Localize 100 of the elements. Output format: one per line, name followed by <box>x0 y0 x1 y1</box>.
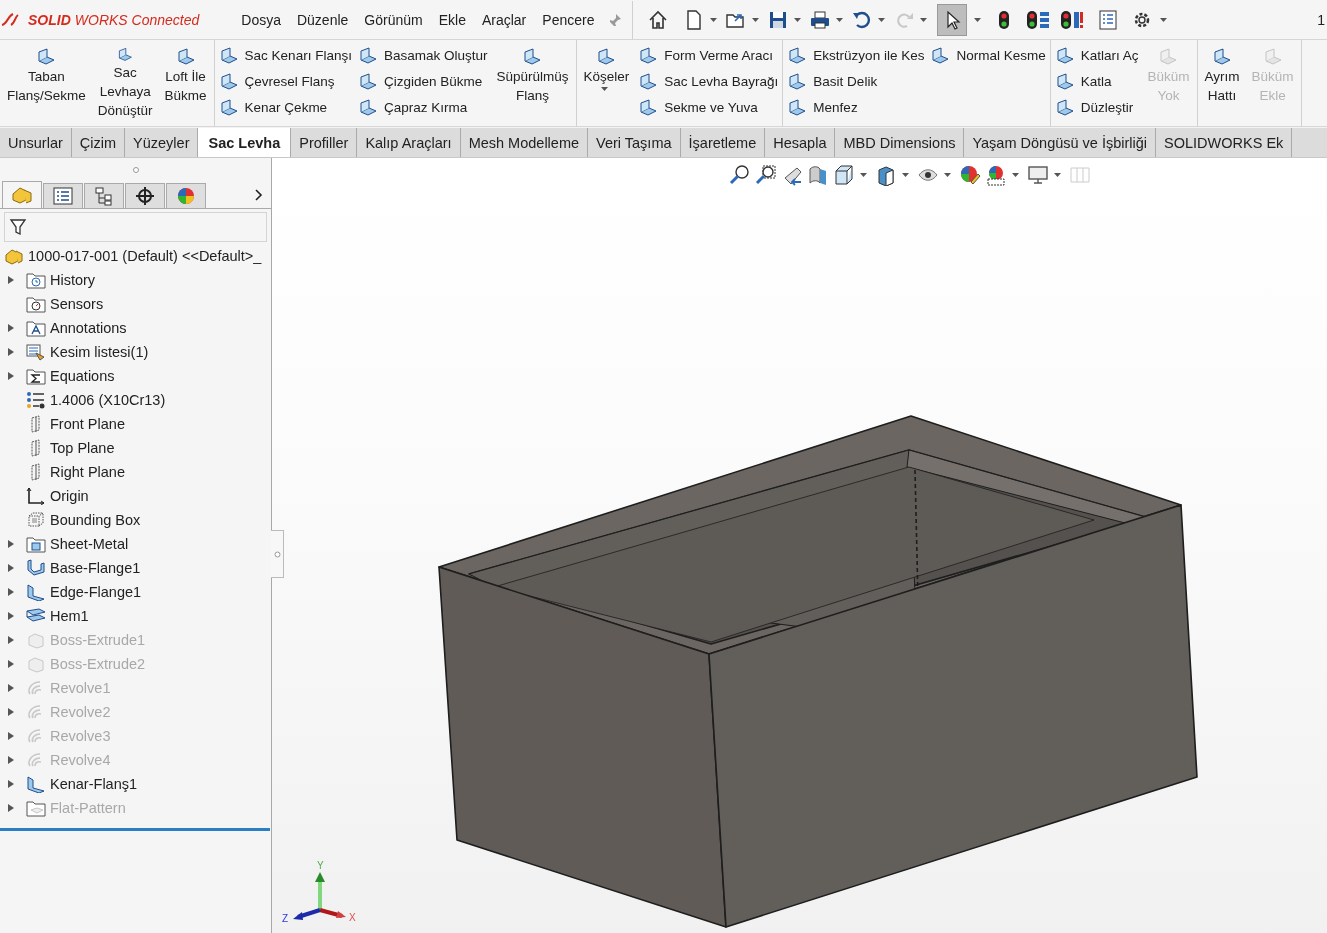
expand-arrow-icon[interactable] <box>8 276 14 284</box>
list-icon[interactable] <box>1097 8 1120 31</box>
caret-icon[interactable] <box>710 17 718 22</box>
tree-item[interactable]: Origin <box>50 488 89 504</box>
tree-item[interactable]: Bounding Box <box>50 512 141 528</box>
caret-icon[interactable] <box>1012 173 1019 177</box>
filter-field[interactable] <box>4 212 267 242</box>
ribbon-button[interactable]: Katla <box>1054 71 1139 91</box>
expand-arrow-icon[interactable] <box>8 612 14 620</box>
tree-item[interactable]: Front Plane <box>50 416 125 432</box>
expand-arrow-icon[interactable] <box>8 324 14 332</box>
caret-icon[interactable] <box>794 17 802 22</box>
caret-icon[interactable] <box>752 17 760 22</box>
tree-item[interactable]: Edge-Flange1 <box>50 584 142 600</box>
ribbon-button[interactable]: Kenar Çekme <box>218 97 352 117</box>
tree-item[interactable]: Kenar-Flanş1 <box>50 776 138 792</box>
color-ball-icon[interactable] <box>959 164 981 186</box>
ribbon-button[interactable]: Çizgiden Bükme <box>357 71 488 91</box>
expand-arrow-icon[interactable] <box>8 780 14 788</box>
chevron-right-icon[interactable] <box>255 189 263 201</box>
expand-arrow-icon[interactable] <box>8 684 14 692</box>
tree-item[interactable]: Annotations <box>50 320 127 336</box>
menu-item[interactable]: Araçlar <box>473 11 535 28</box>
panel-tab[interactable] <box>84 183 124 208</box>
ribbon-button[interactable]: Taban Flanş/Sekme <box>4 42 89 124</box>
ribbon-button[interactable]: Çevresel Flanş <box>218 71 352 91</box>
print-icon[interactable] <box>809 8 832 31</box>
ribbon-button[interactable]: Köşeler <box>580 42 633 124</box>
ribbon-button[interactable]: Normal Kesme <box>930 45 1046 65</box>
tree-item[interactable]: History <box>50 272 96 288</box>
tree-item[interactable]: 1.4006 (X10Cr13) <box>50 392 166 408</box>
ribbon-button[interactable]: Düzleştir <box>1054 97 1139 117</box>
ribbon-button[interactable]: Sekme ve Yuva <box>638 97 779 117</box>
menu-item[interactable]: Dosya <box>233 11 289 28</box>
caret-icon[interactable] <box>836 17 844 22</box>
tree-item[interactable]: Right Plane <box>50 464 125 480</box>
splitter-grip-icon[interactable] <box>131 166 140 174</box>
caret-icon[interactable] <box>601 87 609 91</box>
command-tab[interactable]: MBD Dimensions <box>835 128 965 157</box>
ribbon-button[interactable]: Form Verme Aracı <box>638 45 779 65</box>
menu-item[interactable]: Pencere <box>534 11 603 28</box>
ribbon-button[interactable]: Süpürülmüş Flanş <box>493 42 572 124</box>
ribbon-button[interactable]: Çapraz Kırma <box>357 97 488 117</box>
expand-arrow-icon[interactable] <box>8 708 14 716</box>
ribbon-button[interactable]: Ekstrüzyon ile Kes <box>787 45 925 65</box>
cube-icon[interactable] <box>875 164 897 186</box>
caret-icon[interactable] <box>1054 173 1061 177</box>
expand-arrow-icon[interactable] <box>8 804 14 812</box>
ribbon-button[interactable]: Sac Levha Bayrağı <box>638 71 779 91</box>
magnifier-icon[interactable] <box>729 164 751 186</box>
ribbon-button[interactable]: Basit Delik <box>787 71 925 91</box>
expand-arrow-icon[interactable] <box>8 588 14 596</box>
tree-item[interactable]: Top Plane <box>50 440 115 456</box>
tree-item[interactable]: Base-Flange1 <box>50 560 141 576</box>
ribbon-button[interactable]: Sac Kenarı Flanşı <box>218 45 352 65</box>
expand-arrow-icon[interactable] <box>8 372 14 380</box>
command-tab[interactable]: İşaretleme <box>680 128 766 157</box>
command-tab[interactable]: Profiller <box>291 128 358 157</box>
menu-item[interactable]: Ekle <box>430 11 474 28</box>
command-tab[interactable]: Yaşam Döngüsü ve İşbirliği <box>964 128 1157 157</box>
cube-icon[interactable] <box>833 164 855 186</box>
magnifier-icon[interactable] <box>755 164 777 186</box>
tree-item[interactable]: 1000-017-001 (Default) <<Default>_ <box>28 248 262 264</box>
caret-icon[interactable] <box>902 173 909 177</box>
select-button[interactable] <box>937 3 968 36</box>
tree-item[interactable]: Equations <box>50 368 115 384</box>
caret-icon[interactable] <box>878 17 886 22</box>
expand-arrow-icon[interactable] <box>8 564 14 572</box>
expand-arrow-icon[interactable] <box>8 636 14 644</box>
menu-item[interactable]: Düzenle <box>288 11 357 28</box>
command-tab[interactable]: Mesh Modelleme <box>460 128 589 157</box>
ribbon-button[interactable]: Sac Levhaya Dönüştür <box>94 42 156 124</box>
ribbon-button[interactable]: Loft İle Bükme <box>161 42 210 124</box>
traffic-light-warning-icon[interactable] <box>1059 8 1086 31</box>
caret-icon[interactable] <box>944 173 951 177</box>
command-tab[interactable]: SOLIDWORKS Ek <box>1156 128 1293 157</box>
caret-icon[interactable] <box>974 17 982 22</box>
traffic-light-list-icon[interactable] <box>1025 8 1052 31</box>
caret-icon[interactable] <box>1160 17 1168 22</box>
splitter-handle[interactable] <box>271 530 284 578</box>
expand-arrow-icon[interactable] <box>8 348 14 356</box>
command-tab[interactable]: Unsurlar <box>0 128 72 157</box>
tree-item[interactable]: Sheet-Metal <box>50 536 129 552</box>
tree-item[interactable]: Kesim listesi(1) <box>50 344 149 360</box>
pin-icon[interactable] <box>608 12 623 27</box>
ribbon-button[interactable]: Basamak Oluştur <box>357 45 488 65</box>
color-ball-icon[interactable] <box>985 164 1007 186</box>
command-tab[interactable]: Sac Levha <box>198 128 292 157</box>
expand-arrow-icon[interactable] <box>8 660 14 668</box>
command-tab[interactable]: Çizim <box>71 128 126 157</box>
expand-arrow-icon[interactable] <box>8 540 14 548</box>
tree-item[interactable]: Hem1 <box>50 608 89 624</box>
menu-item[interactable]: Görünüm <box>356 11 431 28</box>
ribbon-button[interactable]: Katları Aç <box>1054 45 1139 65</box>
tree-item[interactable]: Sensors <box>50 296 104 312</box>
monitor-icon[interactable] <box>1027 164 1049 186</box>
ribbon-button[interactable]: Menfez <box>787 97 925 117</box>
panel-tab[interactable] <box>125 183 165 208</box>
command-tab[interactable]: Kalıp Araçları <box>357 128 461 157</box>
ribbon-button[interactable]: Ayrım Hattı <box>1201 42 1243 124</box>
